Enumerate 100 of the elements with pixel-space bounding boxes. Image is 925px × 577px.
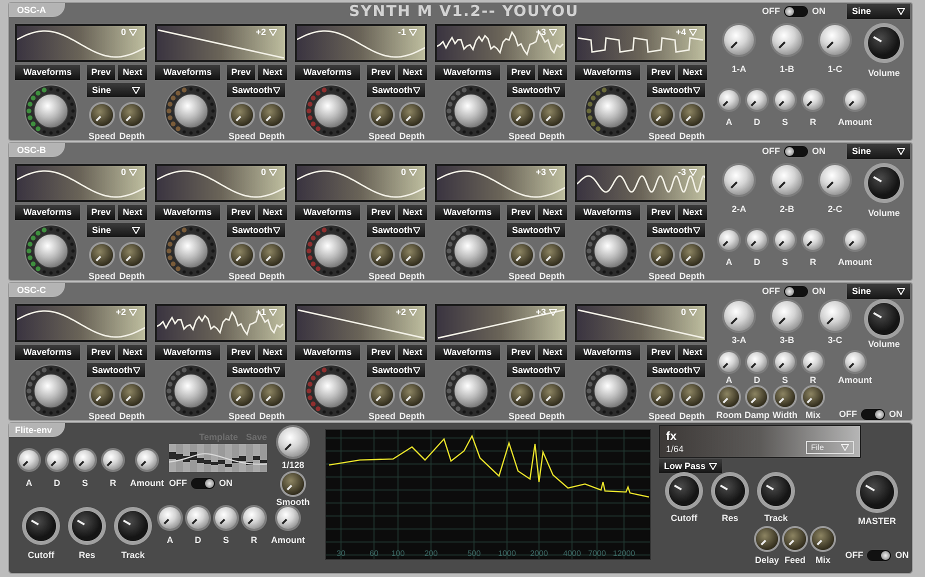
- knob[interactable]: [72, 511, 102, 541]
- dropdown[interactable]: Sine: [847, 4, 910, 19]
- dial-knob[interactable]: [444, 84, 498, 138]
- knob[interactable]: [651, 384, 673, 406]
- knob[interactable]: [719, 387, 739, 407]
- knob[interactable]: [747, 90, 767, 110]
- knob[interactable]: [681, 244, 703, 266]
- dropdown[interactable]: Sawtooth: [507, 223, 565, 237]
- waveform-button[interactable]: Next: [258, 205, 287, 220]
- waveform-button[interactable]: Next: [118, 345, 147, 360]
- knob[interactable]: [747, 230, 767, 250]
- waveform-button[interactable]: Next: [538, 205, 567, 220]
- knob[interactable]: [860, 475, 894, 509]
- dropdown[interactable]: Sawtooth: [647, 363, 705, 377]
- knob[interactable]: [845, 352, 865, 372]
- knob[interactable]: [541, 104, 563, 126]
- knob[interactable]: [103, 450, 123, 470]
- toggle-switch[interactable]: [784, 146, 808, 157]
- knob[interactable]: [261, 384, 283, 406]
- waveform-button[interactable]: Waveforms: [15, 65, 80, 80]
- dropdown[interactable]: Sawtooth: [227, 363, 285, 377]
- waveform-button[interactable]: Prev: [227, 205, 255, 220]
- knob[interactable]: [845, 90, 865, 110]
- toggle-switch[interactable]: [861, 409, 885, 420]
- waveform-button[interactable]: Waveforms: [575, 65, 640, 80]
- knob[interactable]: [231, 384, 253, 406]
- knob[interactable]: [715, 476, 745, 506]
- knob[interactable]: [121, 244, 143, 266]
- knob[interactable]: [231, 104, 253, 126]
- waveform-button[interactable]: Prev: [87, 345, 115, 360]
- knob[interactable]: [511, 244, 533, 266]
- waveform-button[interactable]: Waveforms: [435, 345, 500, 360]
- waveform-button[interactable]: Prev: [507, 345, 535, 360]
- knob[interactable]: [719, 230, 739, 250]
- knob[interactable]: [215, 507, 237, 529]
- waveform-button[interactable]: Waveforms: [575, 205, 640, 220]
- waveform-button[interactable]: Prev: [367, 345, 395, 360]
- waveform-button[interactable]: Next: [118, 65, 147, 80]
- toggle-switch[interactable]: [784, 286, 808, 297]
- waveform-button[interactable]: Waveforms: [155, 205, 220, 220]
- waveform-button[interactable]: Prev: [367, 205, 395, 220]
- waveform-button[interactable]: Prev: [227, 345, 255, 360]
- dropdown[interactable]: Sine: [87, 83, 145, 97]
- knob[interactable]: [91, 104, 113, 126]
- knob[interactable]: [775, 352, 795, 372]
- waveform-button[interactable]: Prev: [87, 65, 115, 80]
- waveform-button[interactable]: Waveforms: [435, 205, 500, 220]
- waveform-button[interactable]: Prev: [647, 205, 675, 220]
- knob[interactable]: [756, 528, 778, 550]
- waveform-button[interactable]: Next: [538, 65, 567, 80]
- waveform-button[interactable]: Waveforms: [295, 205, 360, 220]
- waveform-button[interactable]: Waveforms: [15, 345, 80, 360]
- knob[interactable]: [187, 507, 209, 529]
- knob[interactable]: [868, 167, 900, 199]
- knob[interactable]: [747, 352, 767, 372]
- waveform-button[interactable]: Waveforms: [295, 65, 360, 80]
- knob[interactable]: [775, 90, 795, 110]
- knob[interactable]: [159, 507, 181, 529]
- dial-knob[interactable]: [584, 84, 638, 138]
- knob[interactable]: [868, 303, 900, 335]
- dropdown[interactable]: Sawtooth: [227, 223, 285, 237]
- knob[interactable]: [747, 387, 767, 407]
- knob[interactable]: [401, 384, 423, 406]
- dial-knob[interactable]: [304, 224, 358, 278]
- knob[interactable]: [784, 528, 806, 550]
- knob[interactable]: [651, 104, 673, 126]
- dial-knob[interactable]: [164, 364, 218, 418]
- knob[interactable]: [261, 244, 283, 266]
- toggle-switch[interactable]: [867, 550, 892, 561]
- knob[interactable]: [845, 230, 865, 250]
- knob[interactable]: [511, 104, 533, 126]
- waveform-button[interactable]: Next: [258, 345, 287, 360]
- waveform-button[interactable]: Prev: [647, 345, 675, 360]
- knob[interactable]: [681, 104, 703, 126]
- knob[interactable]: [118, 511, 148, 541]
- toggle-switch[interactable]: [784, 6, 808, 17]
- knob[interactable]: [371, 244, 393, 266]
- dropdown[interactable]: Low Pass: [659, 459, 722, 473]
- knob[interactable]: [137, 450, 157, 470]
- waveform-button[interactable]: Prev: [647, 65, 675, 80]
- dial-knob[interactable]: [304, 364, 358, 418]
- knob[interactable]: [401, 104, 423, 126]
- waveform-button[interactable]: Prev: [507, 205, 535, 220]
- waveform-button[interactable]: Next: [398, 345, 427, 360]
- dropdown[interactable]: Sawtooth: [367, 363, 425, 377]
- knob[interactable]: [26, 511, 56, 541]
- dial-knob[interactable]: [304, 84, 358, 138]
- knob[interactable]: [371, 104, 393, 126]
- toggle-switch[interactable]: [191, 478, 215, 489]
- waveform-button[interactable]: Waveforms: [575, 345, 640, 360]
- dropdown[interactable]: Sawtooth: [507, 83, 565, 97]
- dial-knob[interactable]: [24, 84, 78, 138]
- knob[interactable]: [803, 387, 823, 407]
- waveform-button[interactable]: Next: [258, 65, 287, 80]
- dial-knob[interactable]: [24, 224, 78, 278]
- dropdown[interactable]: Sawtooth: [227, 83, 285, 97]
- knob[interactable]: [75, 450, 95, 470]
- knob[interactable]: [47, 450, 67, 470]
- waveform-button[interactable]: Waveforms: [155, 345, 220, 360]
- knob[interactable]: [669, 476, 699, 506]
